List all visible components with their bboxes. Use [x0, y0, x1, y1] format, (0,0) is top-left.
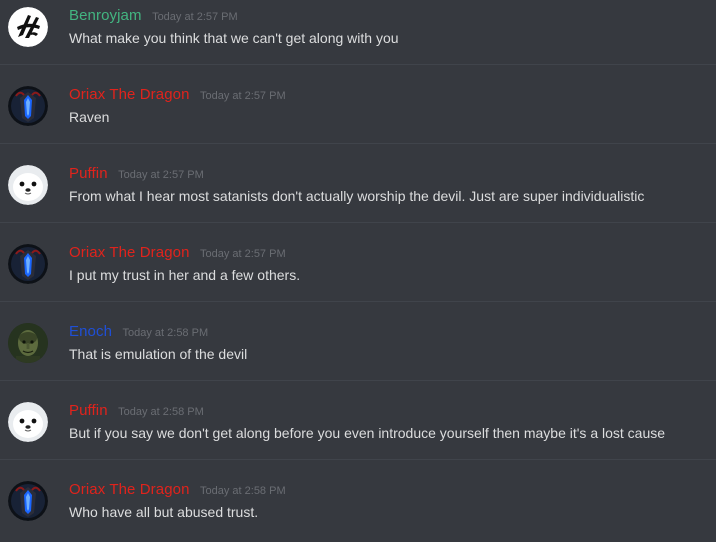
puffin-avatar-icon[interactable]: [8, 165, 48, 205]
username[interactable]: Benroyjam: [69, 7, 142, 24]
message-text: From what I hear most satanists don't ac…: [69, 188, 645, 204]
oriax-avatar-icon[interactable]: [8, 244, 48, 284]
message-divider: [0, 380, 716, 381]
message-group: Benroyjam Today at 2:57 PM What make you…: [0, 4, 716, 83]
message-text: That is emulation of the devil: [69, 346, 248, 362]
message-text: Raven: [69, 109, 110, 125]
enoch-avatar-icon[interactable]: [8, 323, 48, 363]
message-divider: [0, 459, 716, 460]
message-text: I put my trust in her and a few others.: [69, 267, 301, 283]
message-header: Oriax The Dragon Today at 2:57 PM: [69, 244, 286, 262]
username[interactable]: Puffin: [69, 402, 108, 419]
message-group: Enoch Today at 2:58 PM That is emulation…: [0, 320, 716, 399]
timestamp: Today at 2:57 PM: [200, 90, 286, 102]
message-group: Oriax The Dragon Today at 2:58 PM Who ha…: [0, 478, 716, 542]
chat-messages: Benroyjam Today at 2:57 PM What make you…: [0, 0, 716, 542]
message-header: Puffin Today at 2:58 PM: [69, 402, 204, 420]
username[interactable]: Puffin: [69, 165, 108, 182]
username[interactable]: Oriax The Dragon: [69, 86, 190, 103]
message-group: Puffin Today at 2:57 PM From what I hear…: [0, 162, 716, 241]
message-header: Puffin Today at 2:57 PM: [69, 165, 204, 183]
message-group: Oriax The Dragon Today at 2:57 PM I put …: [0, 241, 716, 320]
oriax-avatar-icon[interactable]: [8, 481, 48, 521]
message-divider: [0, 222, 716, 223]
timestamp: Today at 2:57 PM: [200, 248, 286, 260]
message-divider: [0, 143, 716, 144]
username[interactable]: Oriax The Dragon: [69, 481, 190, 498]
message-header: Enoch Today at 2:58 PM: [69, 323, 208, 341]
timestamp: Today at 2:58 PM: [122, 327, 209, 339]
timestamp: Today at 2:57 PM: [118, 169, 204, 181]
message-text: Who have all but abused trust.: [69, 504, 259, 520]
message-group: Puffin Today at 2:58 PM But if you say w…: [0, 399, 716, 478]
message-group: Oriax The Dragon Today at 2:57 PM Raven: [0, 83, 716, 162]
benroyjam-avatar-icon[interactable]: [8, 7, 48, 47]
timestamp: Today at 2:57 PM: [152, 11, 238, 23]
message-divider: [0, 64, 716, 65]
oriax-avatar-icon[interactable]: [8, 86, 48, 126]
timestamp: Today at 2:58 PM: [118, 406, 204, 418]
username[interactable]: Enoch: [69, 323, 112, 340]
username[interactable]: Oriax The Dragon: [69, 244, 190, 261]
message-divider: [0, 301, 716, 302]
timestamp: Today at 2:58 PM: [200, 485, 286, 497]
message-header: Oriax The Dragon Today at 2:57 PM: [69, 86, 286, 104]
message-header: Benroyjam Today at 2:57 PM: [69, 7, 238, 25]
message-header: Oriax The Dragon Today at 2:58 PM: [69, 481, 286, 499]
message-text: But if you say we don't get along before…: [69, 425, 666, 441]
puffin-avatar-icon[interactable]: [8, 402, 48, 442]
message-text: What make you think that we can't get al…: [69, 30, 399, 46]
